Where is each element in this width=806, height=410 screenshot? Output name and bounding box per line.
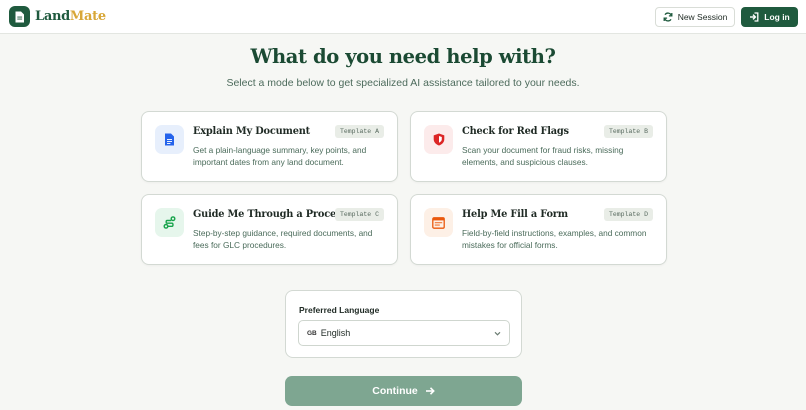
card-description: Get a plain-language summary, key points…	[193, 145, 367, 167]
top-bar: LandMate New Session Log in	[0, 0, 806, 34]
card-description: Scan your document for fraud risks, miss…	[462, 145, 624, 167]
arrow-right-icon	[425, 387, 435, 395]
card-title: Guide Me Through a Process	[193, 209, 347, 220]
app-logo[interactable]: LandMate	[35, 8, 106, 26]
logo-icon[interactable]	[9, 6, 30, 27]
mode-card-fill-form[interactable]: Help Me Fill a Form Template D Field-by-…	[410, 194, 667, 265]
language-label: Preferred Language	[299, 305, 380, 315]
new-session-label: New Session	[677, 12, 728, 22]
route-icon-container	[155, 208, 184, 237]
logo-text-mate: Mate	[69, 9, 106, 24]
logo-text-land: Land	[35, 9, 70, 24]
language-select[interactable]: GB English	[298, 320, 510, 346]
login-icon	[750, 12, 759, 22]
card-title: Explain My Document	[193, 126, 310, 137]
language-selected-value: English	[320, 328, 351, 338]
card-description: Step-by-step guidance, required document…	[193, 228, 373, 250]
template-badge: Template A	[334, 125, 384, 138]
new-session-button[interactable]: New Session	[655, 7, 735, 27]
mode-card-guide-process[interactable]: Guide Me Through a Process Template C St…	[141, 194, 398, 265]
card-title: Check for Red Flags	[462, 126, 569, 137]
login-label: Log in	[764, 12, 790, 22]
flag-icon: GB	[307, 329, 317, 337]
shield-icon	[433, 133, 444, 146]
shield-icon-container	[424, 125, 453, 154]
form-icon-container	[424, 208, 453, 237]
template-badge: Template D	[603, 208, 653, 221]
mode-card-red-flags[interactable]: Check for Red Flags Template B Scan your…	[410, 111, 667, 182]
card-title: Help Me Fill a Form	[462, 209, 568, 220]
page-subtitle: Select a mode below to get specialized A…	[226, 77, 580, 89]
route-icon	[163, 216, 176, 229]
mode-card-explain-document[interactable]: Explain My Document Template A Get a pla…	[141, 111, 398, 182]
document-icon	[165, 133, 174, 146]
document-icon-container	[155, 125, 184, 154]
template-badge: Template C	[334, 208, 384, 221]
continue-button[interactable]: Continue	[285, 376, 522, 406]
continue-label: Continue	[372, 385, 418, 397]
card-description: Field-by-field instructions, examples, a…	[462, 228, 647, 250]
form-icon	[432, 216, 445, 229]
chevron-down-icon	[494, 331, 501, 336]
login-button[interactable]: Log in	[741, 7, 798, 27]
language-panel: Preferred Language GB English	[285, 290, 522, 358]
template-badge: Template B	[603, 125, 653, 138]
refresh-icon	[663, 12, 673, 22]
page-title: What do you need help with?	[250, 45, 556, 68]
